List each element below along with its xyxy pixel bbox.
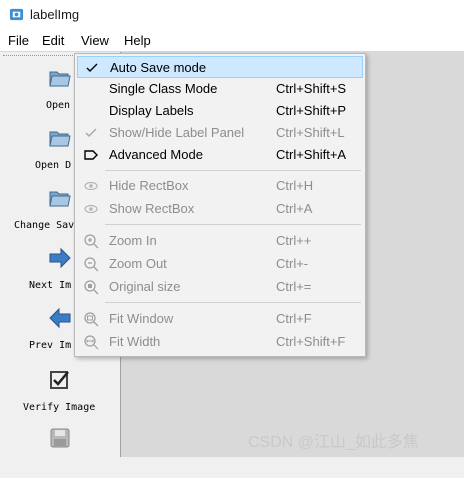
menu-item-shortcut: Ctrl+-	[276, 256, 309, 271]
menu-item-label: Fit Width	[109, 334, 161, 349]
menu-item-shortcut: Ctrl+A	[276, 201, 313, 216]
menu-separator	[105, 170, 361, 171]
menu-item-label: Advanced Mode	[109, 147, 203, 162]
menu-item-fit-width[interactable]: Fit Width Ctrl+Shift+F	[77, 331, 363, 353]
window-title: labelImg	[30, 7, 80, 22]
menu-view[interactable]: View	[77, 33, 113, 48]
eye-icon	[84, 181, 98, 191]
fit-width-icon	[84, 335, 99, 350]
menu-item-advanced-mode[interactable]: Advanced Mode Ctrl+Shift+A	[77, 144, 363, 166]
menu-item-shortcut: Ctrl+Shift+S	[276, 81, 347, 96]
checkmark-icon	[86, 63, 98, 72]
tag-icon	[84, 150, 98, 160]
menu-item-shortcut: Ctrl+H	[276, 178, 314, 193]
arrow-right-icon	[49, 247, 71, 269]
menu-file[interactable]: File	[4, 33, 33, 48]
menu-item-label: Zoom Out	[109, 256, 167, 271]
folder-open-icon	[49, 71, 71, 87]
checkmark-icon	[85, 128, 97, 137]
menu-bar: File Edit View Help	[0, 30, 464, 52]
menu-item-label: Display Labels	[109, 103, 194, 118]
menu-item-shortcut: Ctrl+Shift+P	[276, 103, 347, 118]
menu-item-shortcut: Ctrl++	[276, 233, 312, 248]
menu-item-label: Single Class Mode	[109, 81, 218, 96]
menu-item-shortcut: Ctrl+=	[276, 279, 312, 294]
zoom-original-icon	[84, 280, 99, 295]
menu-item-label: Fit Window	[109, 311, 174, 326]
menu-item-label: Original size	[109, 279, 181, 294]
menu-item-shortcut: Ctrl+Shift+F	[276, 334, 346, 349]
menu-item-label: Zoom In	[109, 233, 157, 248]
folder-open-icon	[49, 191, 71, 207]
menu-item-fit-window[interactable]: Fit Window Ctrl+F	[77, 308, 363, 330]
menu-separator	[105, 224, 361, 225]
save-icon	[50, 428, 70, 448]
watermark: CSDN @江山_如此多焦	[248, 434, 419, 451]
menu-item-label: Show RectBox	[109, 201, 195, 216]
zoom-in-icon	[84, 234, 99, 249]
arrow-left-icon	[49, 307, 71, 329]
menu-edit[interactable]: Edit	[38, 33, 68, 48]
eye-icon	[84, 204, 98, 214]
zoom-out-icon	[84, 257, 99, 272]
menu-item-label: Show/Hide Label Panel	[109, 125, 245, 140]
menu-item-hide-rectbox[interactable]: Hide RectBox Ctrl+H	[77, 175, 363, 197]
menu-help[interactable]: Help	[120, 33, 155, 48]
menu-item-shortcut: Ctrl+Shift+L	[276, 125, 345, 140]
title-bar: labelImg	[0, 0, 464, 30]
menu-item-label: Hide RectBox	[109, 178, 189, 193]
labelimg-app-icon	[9, 8, 24, 21]
menu-item-display-labels[interactable]: Display Labels Ctrl+Shift+P	[77, 100, 363, 122]
menu-item-label: Auto Save mode	[110, 60, 207, 75]
menu-item-zoom-out[interactable]: Zoom Out Ctrl+-	[77, 253, 363, 275]
verify-image-button[interactable]: Verify Image	[0, 362, 120, 420]
menu-item-zoom-in[interactable]: Zoom In Ctrl++	[77, 230, 363, 252]
checkbox-icon	[50, 371, 69, 389]
menu-item-single-class-mode[interactable]: Single Class Mode Ctrl+Shift+S	[77, 78, 363, 100]
folder-open-icon	[49, 131, 71, 147]
menu-item-show-hide-label-panel[interactable]: Show/Hide Label Panel Ctrl+Shift+L	[77, 122, 363, 144]
save-button[interactable]	[0, 420, 120, 478]
fit-window-icon	[84, 312, 99, 327]
menu-item-shortcut: Ctrl+Shift+A	[276, 147, 347, 162]
menu-separator	[105, 302, 361, 303]
menu-item-show-rectbox[interactable]: Show RectBox Ctrl+A	[77, 198, 363, 220]
menu-item-auto-save-mode[interactable]: Auto Save mode	[77, 56, 363, 78]
menu-item-original-size[interactable]: Original size Ctrl+=	[77, 276, 363, 298]
view-menu-dropdown: Auto Save mode Single Class Mode Ctrl+Sh…	[74, 53, 366, 357]
menu-item-shortcut: Ctrl+F	[276, 311, 312, 326]
